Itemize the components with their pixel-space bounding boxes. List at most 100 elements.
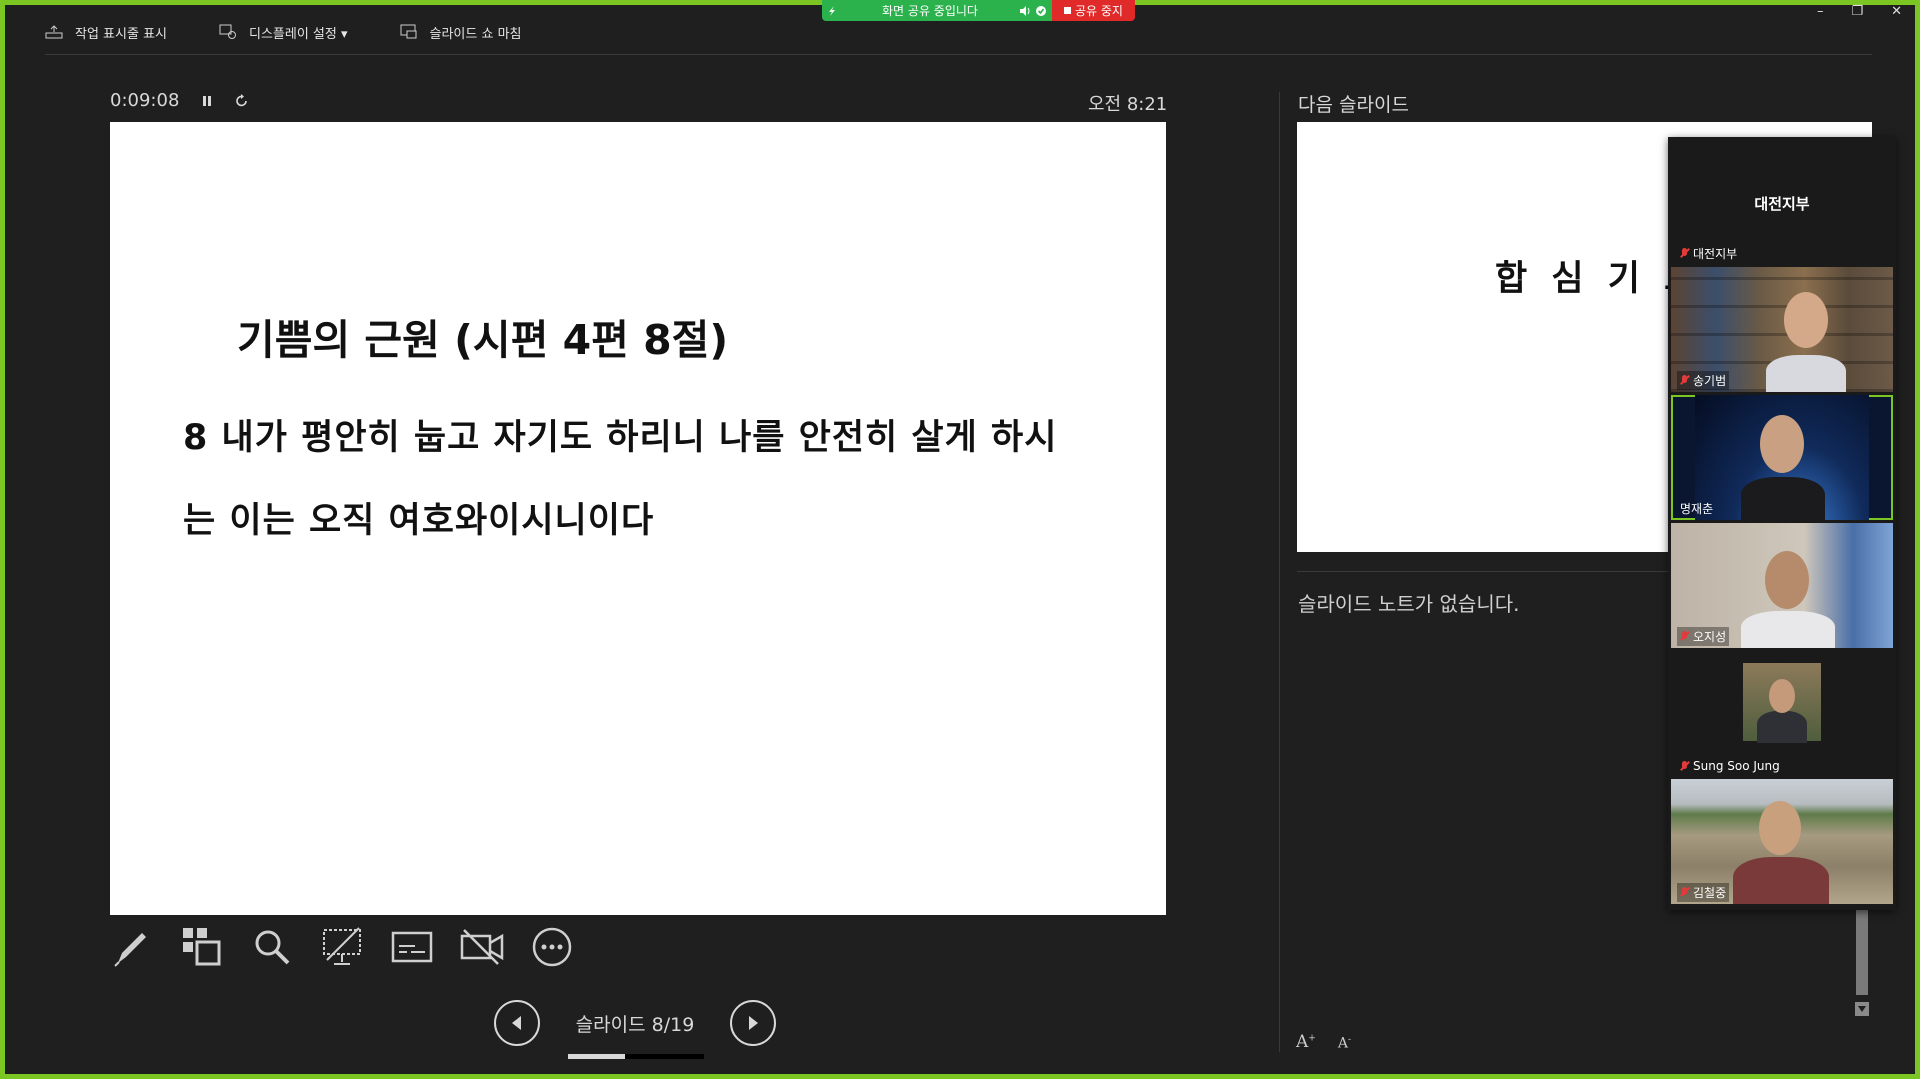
end-slideshow-label: 슬라이드 쇼 마침: [429, 26, 522, 42]
participant-name-tag: 김철중: [1677, 883, 1730, 902]
video-gallery-panel[interactable]: 대전지부 대전지부 송기범 명재춘 오지성 Sung Soo Jung 김철중: [1668, 137, 1896, 910]
slide-notes: 슬라이드 노트가 없습니다.: [1298, 592, 1520, 616]
participant-video: [1733, 857, 1829, 904]
notes-scrollbar[interactable]: [1856, 905, 1868, 995]
slide-navigation: 슬라이드 8/19: [494, 1000, 776, 1059]
restore-icon[interactable]: ❐: [1851, 4, 1863, 19]
stop-share-label: 공유 중지: [1075, 4, 1123, 18]
stop-icon: [1064, 7, 1071, 14]
slide-counter-text: 슬라이드 8/19: [575, 1013, 695, 1036]
previous-arrow-icon: [512, 1016, 521, 1030]
participant-face: [1765, 551, 1809, 609]
see-all-slides-button[interactable]: [180, 925, 224, 969]
pane-divider[interactable]: [1279, 92, 1280, 1052]
slide-body-line-2: 는 이는 오직 여호와이시니이다: [183, 501, 655, 541]
participant-video: [1757, 711, 1807, 743]
participant-name: Sung Soo Jung: [1693, 759, 1780, 773]
timer: 0:09:08: [110, 90, 249, 111]
grid-slides-icon: [183, 928, 221, 966]
decrease-font-icon[interactable]: A-: [1338, 1032, 1351, 1052]
end-slideshow-button[interactable]: 슬라이드 쇼 마침: [400, 23, 522, 42]
magnifier-icon: [255, 930, 290, 965]
screen-off-icon: [323, 927, 361, 965]
slide-counter[interactable]: 슬라이드 8/19: [540, 1010, 730, 1059]
muted-mic-icon: [1680, 887, 1689, 898]
font-size-controls: A+ A-: [1296, 1032, 1351, 1052]
taskbar-icon: [45, 25, 63, 39]
participant-face: [1769, 679, 1795, 713]
end-slideshow-icon: [400, 24, 417, 39]
ellipsis-icon: [532, 927, 572, 967]
participant-name: 대전지부: [1693, 247, 1738, 261]
muted-mic-icon: [1680, 375, 1689, 386]
camera-toggle-button[interactable]: [460, 925, 504, 969]
participant-video: [1741, 611, 1835, 648]
meeting-host-title: 대전지부: [1754, 195, 1810, 213]
participant-name-tag: 명재춘: [1677, 499, 1716, 518]
participant-name: 송기범: [1693, 374, 1727, 388]
subtitles-icon: [391, 931, 433, 963]
minimize-icon[interactable]: –: [1817, 4, 1824, 19]
participant-name-tag: 송기범: [1677, 371, 1730, 390]
show-taskbar-label: 작업 표시줄 표시: [75, 26, 167, 42]
pen-tool-button[interactable]: [110, 925, 154, 969]
participant-face: [1759, 801, 1801, 855]
participant-tile[interactable]: 오지성: [1671, 523, 1893, 648]
next-slide-button[interactable]: [730, 1000, 776, 1046]
black-screen-button[interactable]: [320, 925, 364, 969]
participant-name: 오지성: [1693, 630, 1727, 644]
zoom-slide-button[interactable]: [250, 925, 294, 969]
lightning-icon: [829, 5, 835, 16]
participant-tile[interactable]: Sung Soo Jung: [1671, 651, 1893, 776]
chevron-down-icon: [1858, 1006, 1866, 1012]
toolbar-divider: [45, 54, 1872, 55]
elapsed-time: 0:09:08: [110, 90, 180, 111]
participant-name-tag: 대전지부: [1677, 245, 1740, 263]
participant-tile[interactable]: 대전지부: [1671, 245, 1893, 265]
shield-check-icon[interactable]: [1032, 5, 1052, 17]
participant-face: [1784, 292, 1828, 348]
close-icon[interactable]: ✕: [1891, 4, 1902, 19]
share-status-text: 화면 공유 중입니다: [882, 4, 978, 18]
slide-tools: [110, 925, 574, 969]
muted-mic-icon: [1680, 760, 1689, 772]
participant-name-tag: 오지성: [1677, 627, 1730, 646]
share-banner: 화면 공유 중입니다 공유 중지: [822, 0, 1135, 21]
muted-mic-icon: [1680, 248, 1689, 259]
subtitles-button[interactable]: [390, 925, 434, 969]
current-time: 오전 8:21: [1088, 94, 1168, 115]
show-taskbar-button[interactable]: 작업 표시줄 표시: [45, 23, 167, 42]
participant-name: 김철중: [1693, 886, 1727, 900]
muted-mic-icon: [1680, 631, 1689, 642]
participant-name-tag: Sung Soo Jung: [1677, 758, 1783, 774]
window-controls: – ❐ ✕: [1817, 4, 1902, 19]
display-settings-button[interactable]: 디스플레이 설정 ▾: [219, 23, 348, 42]
restart-icon[interactable]: [235, 93, 249, 108]
presenter-toolbar: 작업 표시줄 표시 디스플레이 설정 ▾ 슬라이드 쇼 마침: [45, 14, 574, 50]
share-status-bar[interactable]: 화면 공유 중입니다: [822, 0, 1052, 21]
slide-progress-bar: [568, 1053, 704, 1059]
display-settings-icon: [219, 24, 236, 39]
slide-progress-fill: [568, 1053, 626, 1059]
pause-icon[interactable]: [201, 94, 213, 108]
camera-off-icon: [460, 929, 504, 965]
display-settings-label: 디스플레이 설정 ▾: [249, 26, 348, 42]
slide-title: 기쁨의 근원 (시편 4편 8절): [237, 316, 729, 364]
participant-tile[interactable]: 김철중: [1671, 779, 1893, 904]
previous-slide-button[interactable]: [494, 1000, 540, 1046]
speaker-icon[interactable]: [1018, 5, 1032, 17]
active-speaker-tile[interactable]: 명재춘: [1671, 395, 1893, 520]
more-options-button[interactable]: [530, 925, 574, 969]
participant-video: [1766, 355, 1846, 392]
stop-share-button[interactable]: 공유 중지: [1052, 0, 1135, 21]
increase-font-icon[interactable]: A+: [1296, 1032, 1316, 1052]
next-slide-label: 다음 슬라이드: [1298, 94, 1409, 116]
participant-face: [1760, 415, 1804, 473]
participant-tile[interactable]: 송기범: [1671, 267, 1893, 392]
pen-icon: [114, 933, 146, 967]
participant-photo: [1743, 663, 1821, 743]
current-slide[interactable]: 기쁨의 근원 (시편 4편 8절) 8 내가 평안히 눕고 자기도 하리니 나를…: [110, 122, 1166, 915]
slide-body-line-1: 8 내가 평안히 눕고 자기도 하리니 나를 안전히 살게 하시: [183, 418, 1058, 458]
next-arrow-icon: [749, 1016, 758, 1030]
scroll-down-button[interactable]: [1855, 1002, 1869, 1016]
